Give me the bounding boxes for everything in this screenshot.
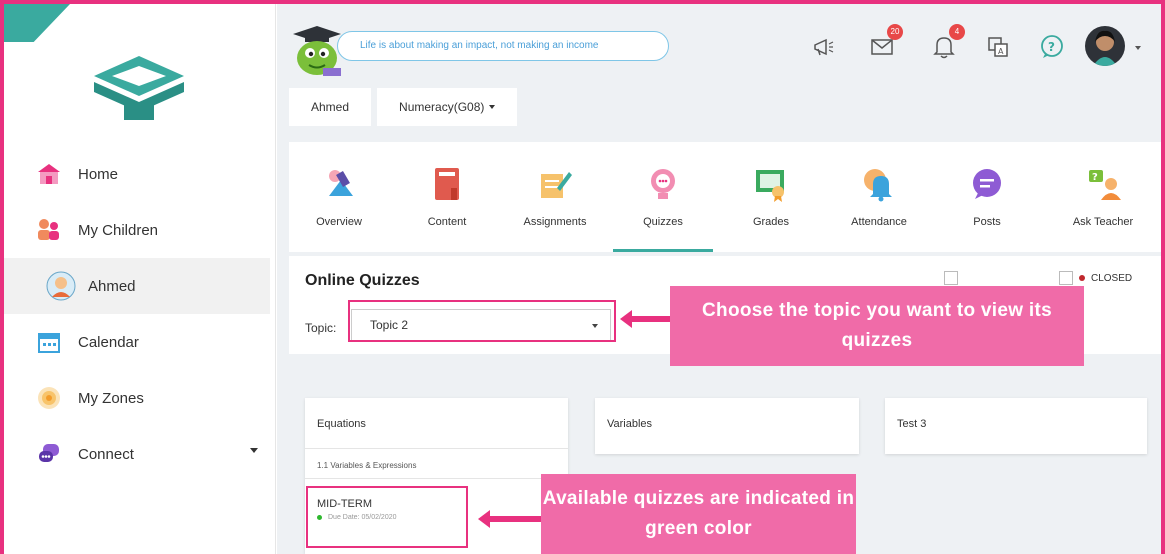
tab-content[interactable]: Content	[397, 142, 497, 252]
topic-select-highlight	[348, 300, 616, 342]
sidebar-item-connect[interactable]: Connect	[4, 426, 270, 482]
tab-label: Assignments	[523, 216, 587, 228]
overview-icon	[319, 164, 359, 204]
course-tabs: Overview Content Assignments Quizzes Gra…	[289, 142, 1161, 252]
messages-count-badge: 20	[887, 24, 903, 40]
sidebar-item-label: Calendar	[78, 333, 139, 351]
content-icon	[427, 164, 467, 204]
topic-card-test-3[interactable]: Test 3	[885, 398, 1147, 454]
tab-grades[interactable]: Grades	[721, 142, 821, 252]
topic-label: Topic:	[305, 321, 337, 335]
sidebar-item-calendar[interactable]: Calendar	[4, 314, 270, 370]
calendar-icon	[36, 329, 62, 355]
user-avatar[interactable]	[1085, 26, 1125, 66]
zones-icon	[36, 385, 62, 411]
chevron-down-icon[interactable]	[1135, 46, 1141, 50]
sidebar-item-label: Ahmed	[88, 277, 136, 295]
legend-closed-label: CLOSED	[1091, 272, 1133, 284]
children-icon	[36, 217, 62, 243]
attendance-icon	[859, 164, 899, 204]
translate-icon[interactable]: A	[983, 32, 1013, 62]
breadcrumb-course-label: Numeracy(G08)	[399, 100, 485, 114]
arrow-left-icon	[620, 310, 670, 328]
messages-icon[interactable]: 20	[867, 24, 903, 62]
tab-attendance[interactable]: Attendance	[829, 142, 929, 252]
closed-dot-icon	[1079, 275, 1085, 281]
legend-box-icon	[1059, 271, 1073, 285]
sidebar-item-label: Home	[78, 165, 119, 183]
sidebar-item-label: My Children	[78, 221, 159, 239]
sidebar-item-my-zones[interactable]: My Zones	[4, 370, 270, 426]
corner-logo-tab	[4, 4, 70, 42]
tab-label: Posts	[973, 216, 1001, 228]
tab-label: Ask Teacher	[1072, 216, 1134, 228]
card-divider	[305, 448, 568, 449]
app-logo	[94, 56, 184, 120]
tab-ask-teacher[interactable]: ? Ask Teacher	[1053, 142, 1153, 252]
bell-icon[interactable]: 4	[929, 24, 965, 62]
panel-title: Online Quizzes	[305, 272, 420, 289]
motivational-quote: Life is about making an impact, not maki…	[337, 31, 669, 61]
breadcrumb-course-dropdown[interactable]: Numeracy(G08)	[371, 88, 517, 126]
card-title: Variables	[607, 418, 653, 430]
tab-quizzes[interactable]: Quizzes	[613, 142, 713, 252]
top-bar: Life is about making an impact, not maki…	[277, 4, 1161, 80]
breadcrumb-child-label: Ahmed	[311, 100, 350, 114]
green-callout: Available quizzes are indicated in green…	[541, 474, 856, 554]
quiz-highlight	[306, 486, 468, 548]
connect-icon	[36, 441, 62, 467]
tab-label: Content	[427, 216, 467, 228]
svg-text:?: ?	[1092, 172, 1098, 183]
svg-text:?: ?	[1048, 40, 1055, 54]
assignments-icon	[535, 164, 575, 204]
chevron-down-icon	[489, 105, 496, 109]
legend-closed: CLOSED	[1059, 270, 1132, 286]
breadcrumb-child[interactable]: Ahmed	[289, 88, 371, 126]
card-title: Equations	[317, 418, 366, 430]
sidebar: Home My Children Ahmed Calendar My Zones…	[4, 4, 276, 554]
posts-icon	[967, 164, 1007, 204]
sidebar-item-label: My Zones	[78, 389, 144, 407]
tab-assignments[interactable]: Assignments	[505, 142, 605, 252]
svg-text:A: A	[998, 47, 1004, 56]
chevron-down-icon	[250, 448, 258, 453]
sidebar-item-my-children[interactable]: My Children	[4, 202, 270, 258]
sidebar-item-label: Connect	[78, 445, 134, 463]
home-icon	[36, 161, 62, 187]
ask-teacher-icon: ?	[1083, 164, 1123, 204]
card-divider	[305, 478, 568, 479]
notifications-count-badge: 4	[949, 24, 965, 40]
breadcrumb: Ahmed Numeracy(G08)	[289, 88, 518, 126]
grades-icon	[751, 164, 791, 204]
card-title: Test 3	[897, 418, 927, 430]
tab-posts[interactable]: Posts	[937, 142, 1037, 252]
mascot-icon	[293, 26, 341, 76]
help-icon[interactable]: ?	[1037, 32, 1067, 62]
main-content: Life is about making an impact, not maki…	[277, 4, 1161, 554]
tab-label: Overview	[316, 216, 362, 228]
topic-card-variables[interactable]: Variables	[595, 398, 859, 454]
tab-label: Attendance	[851, 216, 907, 228]
tab-overview[interactable]: Overview	[289, 142, 389, 252]
legend-box-icon	[944, 271, 958, 285]
tab-label: Grades	[752, 216, 790, 228]
quizzes-icon	[643, 164, 683, 204]
topic-callout: Choose the topic you want to view its qu…	[670, 286, 1084, 366]
sidebar-item-ahmed[interactable]: Ahmed	[4, 258, 270, 314]
card-subtitle: 1.1 Variables & Expressions	[317, 461, 417, 470]
tab-label: Quizzes	[643, 216, 683, 228]
megaphone-icon[interactable]	[809, 32, 839, 62]
child-avatar-icon	[46, 271, 76, 301]
legend-open	[944, 270, 964, 286]
sidebar-item-home[interactable]: Home	[4, 146, 270, 202]
arrow-left-icon	[478, 510, 542, 528]
